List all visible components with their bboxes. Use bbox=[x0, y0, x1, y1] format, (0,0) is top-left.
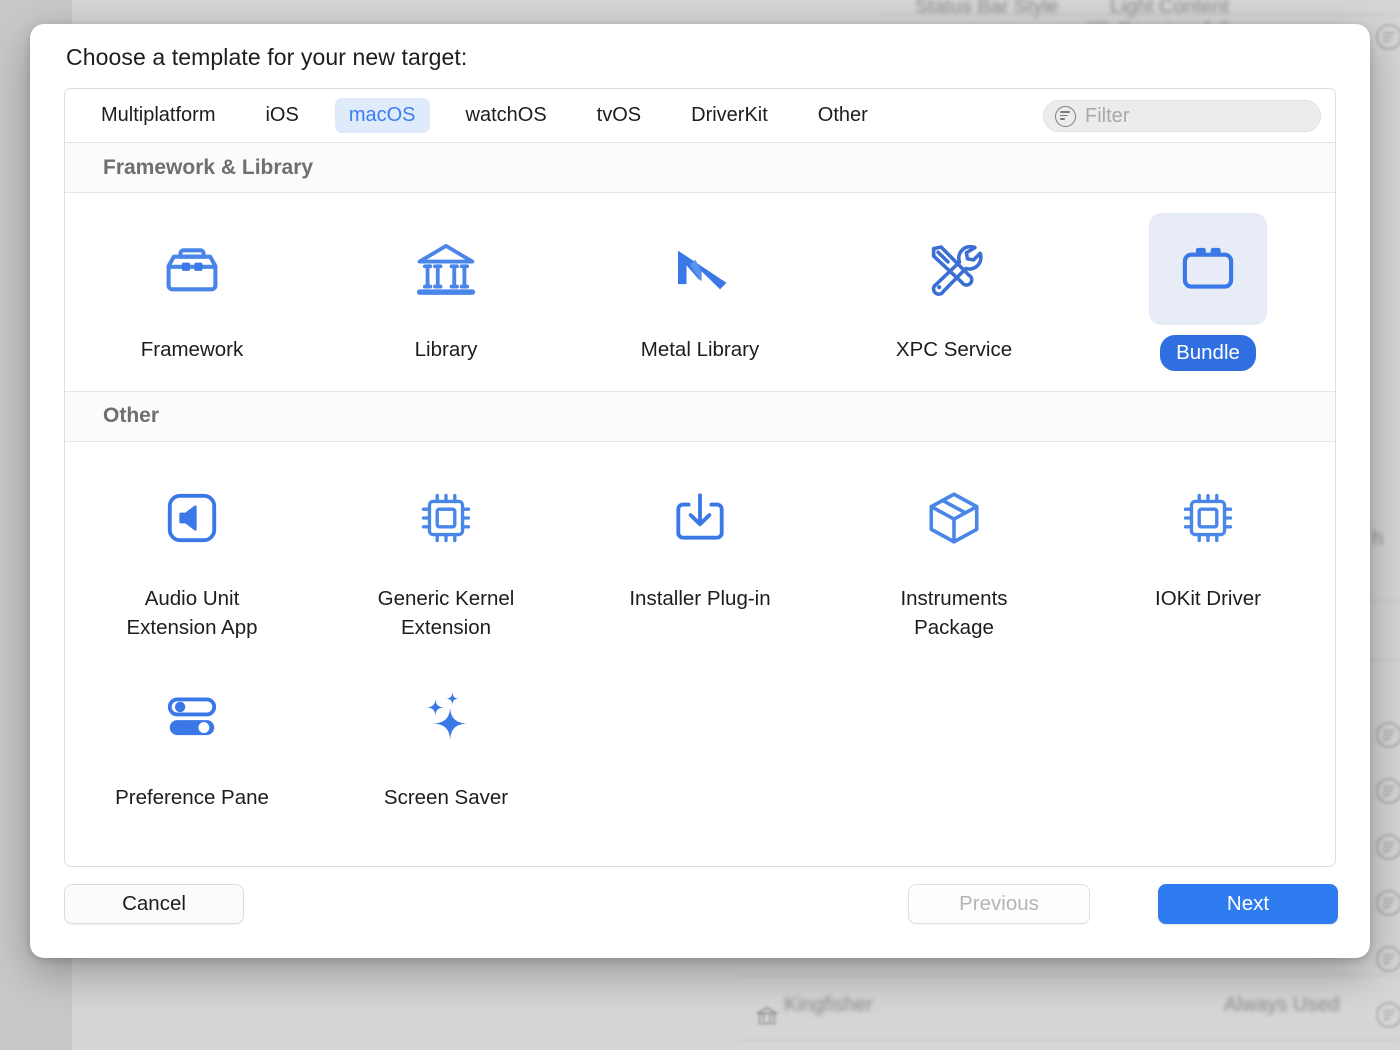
template-item-audio-unit-extension-app[interactable]: Audio Unit Extension App bbox=[65, 450, 319, 649]
sparkles-icon bbox=[427, 692, 467, 740]
template-item-label: Instruments Package bbox=[900, 586, 1008, 640]
template-grid-other: Audio Unit Extension App Generic Kernel … bbox=[65, 450, 1335, 819]
toolbox-icon bbox=[166, 248, 218, 292]
tab-watchos[interactable]: watchOS bbox=[452, 98, 561, 133]
template-item-metal-library[interactable]: Metal Library bbox=[573, 201, 827, 377]
background-label-kingfisher: Kingfisher bbox=[784, 994, 873, 1016]
cancel-button[interactable]: Cancel bbox=[64, 884, 244, 924]
template-item-label: IOKit Driver bbox=[1155, 586, 1261, 610]
background-label-always-used: Always Used bbox=[1224, 994, 1340, 1016]
download-tray-icon bbox=[676, 493, 724, 540]
background-filter-icon bbox=[1376, 722, 1400, 748]
background-filter-icon bbox=[1376, 778, 1400, 804]
speaker-square-icon bbox=[167, 493, 217, 542]
previous-button[interactable]: Previous bbox=[908, 884, 1090, 924]
template-item-bundle[interactable]: Bundle bbox=[1081, 201, 1335, 377]
section-header-framework-library: Framework & Library bbox=[65, 143, 1335, 193]
filter-field[interactable]: Filter bbox=[1043, 100, 1321, 132]
tab-multiplatform[interactable]: Multiplatform bbox=[87, 98, 229, 133]
background-divider bbox=[740, 975, 1400, 976]
template-grid-framework-library: Framework Library Metal Library XPC Serv… bbox=[65, 201, 1335, 377]
template-icon-container bbox=[133, 462, 251, 574]
platform-tabbar: Multiplatform iOS macOS watchOS tvOS Dri… bbox=[65, 89, 1335, 143]
template-panel: Multiplatform iOS macOS watchOS tvOS Dri… bbox=[64, 88, 1336, 867]
tab-macos[interactable]: macOS bbox=[334, 98, 430, 133]
template-item-installer-plug-in[interactable]: Installer Plug-in bbox=[573, 450, 827, 649]
background-label-fragment: h bbox=[1372, 528, 1384, 550]
bank-icon bbox=[416, 243, 476, 295]
template-item-instruments-package[interactable]: Instruments Package bbox=[827, 450, 1081, 649]
background-divider bbox=[880, 14, 1400, 15]
section-body-other: Audio Unit Extension App Generic Kernel … bbox=[65, 441, 1335, 833]
template-icon-container bbox=[133, 213, 251, 325]
template-item-xpc-service[interactable]: XPC Service bbox=[827, 201, 1081, 377]
background-filter-icon bbox=[1376, 834, 1400, 860]
template-icon-container bbox=[1149, 213, 1267, 325]
cpu-chip-icon bbox=[421, 493, 471, 542]
tab-other[interactable]: Other bbox=[804, 98, 882, 133]
template-item-screen-saver[interactable]: Screen Saver bbox=[319, 649, 573, 819]
filter-icon bbox=[1055, 105, 1076, 127]
tools-icon bbox=[931, 244, 983, 296]
filter-placeholder: Filter bbox=[1085, 104, 1130, 127]
package-box-icon bbox=[929, 492, 979, 544]
cpu-chip-icon bbox=[1183, 493, 1233, 542]
background-filter-icon bbox=[1376, 890, 1400, 916]
next-button[interactable]: Next bbox=[1158, 884, 1338, 924]
background-label-status-bar-style: Status Bar Style bbox=[915, 0, 1059, 18]
template-item-iokit-driver[interactable]: IOKit Driver bbox=[1081, 450, 1335, 649]
template-item-label: Screen Saver bbox=[383, 786, 509, 810]
toggles-icon bbox=[167, 697, 217, 736]
template-item-label: Bundle bbox=[1160, 335, 1256, 371]
tab-ios[interactable]: iOS bbox=[251, 98, 312, 133]
tab-driverkit[interactable]: DriverKit bbox=[677, 98, 782, 133]
template-item-label: Installer Plug-in bbox=[629, 586, 771, 610]
section-body-framework-library: Framework Library Metal Library XPC Serv… bbox=[65, 193, 1335, 391]
section-header-other: Other bbox=[65, 391, 1335, 442]
template-item-generic-kernel-extension[interactable]: Generic Kernel Extension bbox=[319, 450, 573, 649]
background-divider bbox=[740, 1040, 1400, 1041]
template-item-label: Framework bbox=[140, 338, 244, 361]
brick-icon bbox=[1182, 247, 1234, 289]
template-icon-container bbox=[895, 213, 1013, 325]
template-icon-container bbox=[387, 661, 505, 773]
new-target-template-dialog: Choose a template for your new target: M… bbox=[30, 24, 1370, 958]
background-filter-icon bbox=[1376, 946, 1400, 972]
template-icon-container bbox=[133, 661, 251, 773]
template-item-label: Generic Kernel Extension bbox=[377, 586, 515, 640]
template-item-preference-pane[interactable]: Preference Pane bbox=[65, 649, 319, 819]
template-item-library[interactable]: Library bbox=[319, 201, 573, 377]
dialog-title: Choose a template for your new target: bbox=[66, 44, 468, 70]
background-filter-icon bbox=[1376, 24, 1400, 50]
template-icon-container bbox=[1149, 462, 1267, 574]
background-label-light-content: Light Content bbox=[1110, 0, 1229, 18]
background-bank-icon bbox=[756, 1006, 778, 1025]
template-icon-container bbox=[387, 213, 505, 325]
template-item-label: Library bbox=[414, 338, 478, 361]
template-item-label: Audio Unit Extension App bbox=[126, 586, 258, 640]
dialog-footer: Cancel Previous Next bbox=[30, 868, 1370, 958]
metal-m-icon bbox=[678, 250, 727, 290]
template-icon-container bbox=[641, 462, 759, 574]
template-item-label: Metal Library bbox=[640, 338, 760, 361]
template-item-label: Preference Pane bbox=[115, 786, 269, 810]
background-filter-icon bbox=[1376, 1002, 1400, 1028]
template-item-label: XPC Service bbox=[895, 338, 1013, 361]
template-icon-container bbox=[387, 462, 505, 574]
template-icon-container bbox=[895, 462, 1013, 574]
tab-tvos[interactable]: tvOS bbox=[583, 98, 655, 133]
template-item-framework[interactable]: Framework bbox=[65, 201, 319, 377]
template-icon-container bbox=[641, 213, 759, 325]
